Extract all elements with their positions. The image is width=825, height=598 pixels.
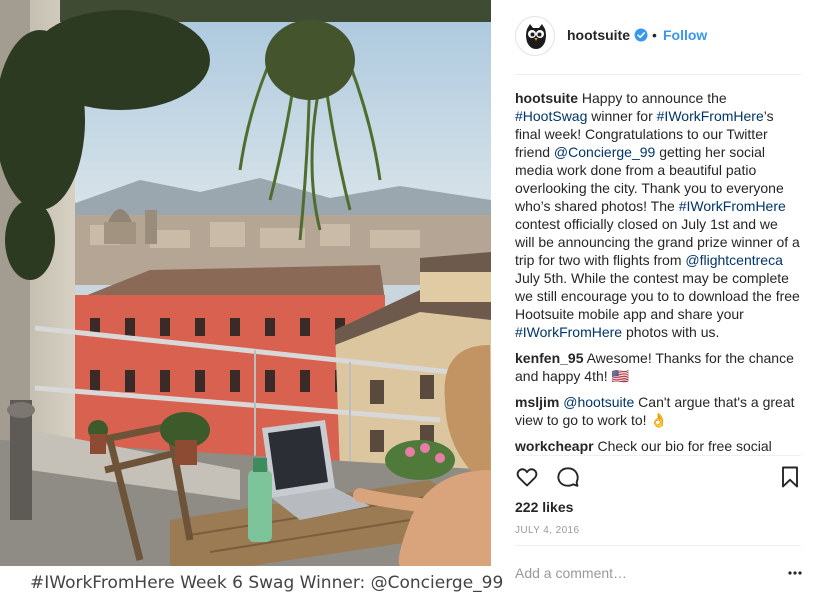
comment-text: July 5th. While the contest may be compl… bbox=[515, 270, 800, 322]
likes-count[interactable]: 222 likes bbox=[515, 499, 573, 515]
action-bar bbox=[515, 465, 801, 491]
comment-item: hootsuite Happy to announce the #HootSwa… bbox=[515, 89, 801, 341]
post-side-panel: hootsuite • Follow hootsuite Happy to an… bbox=[515, 0, 803, 598]
hashtag-link[interactable]: #IWorkFromHere bbox=[679, 198, 786, 214]
verified-badge-icon bbox=[634, 28, 648, 42]
add-comment-field[interactable] bbox=[515, 563, 765, 583]
balcony-city-photo bbox=[0, 0, 491, 566]
comment-text: photos with us. bbox=[622, 324, 720, 340]
bookmark-icon[interactable] bbox=[780, 465, 800, 489]
mention-link[interactable]: @hootsuite bbox=[563, 394, 634, 410]
post-author-username[interactable]: hootsuite bbox=[567, 27, 630, 43]
comment-item: workcheapr Check our bio for free social bbox=[515, 437, 801, 455]
avatar[interactable] bbox=[515, 16, 555, 56]
comment-text: Check our bio for free social bbox=[593, 438, 772, 454]
hashtag-link[interactable]: #IWorkFromHere bbox=[515, 324, 622, 340]
post-date[interactable]: JULY 4, 2016 bbox=[515, 525, 579, 536]
comment-username[interactable]: kenfen_95 bbox=[515, 350, 583, 366]
hootsuite-owl-icon bbox=[526, 24, 546, 49]
comments-list[interactable]: hootsuite Happy to announce the #HootSwa… bbox=[515, 89, 801, 455]
comment-username[interactable]: hootsuite bbox=[515, 90, 578, 106]
comments-divider bbox=[515, 455, 801, 456]
heart-icon[interactable] bbox=[515, 465, 539, 489]
follow-button[interactable]: Follow bbox=[663, 27, 707, 43]
header-divider bbox=[515, 74, 801, 75]
post-header: hootsuite • Follow bbox=[515, 16, 801, 56]
comment-username[interactable]: msljim bbox=[515, 394, 559, 410]
comment-text: winner for bbox=[587, 108, 657, 124]
comment-bubble-icon[interactable] bbox=[556, 465, 580, 489]
comment-item: msljim @hootsuite Can't argue that's a g… bbox=[515, 393, 801, 429]
hashtag-link[interactable]: #IWorkFromHere bbox=[657, 108, 764, 124]
mention-link[interactable]: @flightcentreca bbox=[685, 252, 782, 268]
comment-text: Happy to announce the bbox=[578, 90, 727, 106]
ellipsis-icon[interactable] bbox=[787, 565, 803, 581]
comment-username[interactable]: workcheapr bbox=[515, 438, 594, 454]
mention-link[interactable]: @Concierge_99 bbox=[554, 144, 655, 160]
photo-caption-bar: #IWorkFromHere Week 6 Swag Winner: @Conc… bbox=[0, 566, 503, 598]
hashtag-link[interactable]: #HootSwag bbox=[515, 108, 587, 124]
comment-item: kenfen_95 Awesome! Thanks for the chance… bbox=[515, 349, 801, 385]
header-separator: • bbox=[652, 27, 657, 43]
photo-caption: #IWorkFromHere Week 6 Swag Winner: @Conc… bbox=[30, 573, 504, 593]
add-comment-divider bbox=[515, 545, 801, 546]
post-photo[interactable] bbox=[0, 0, 491, 566]
